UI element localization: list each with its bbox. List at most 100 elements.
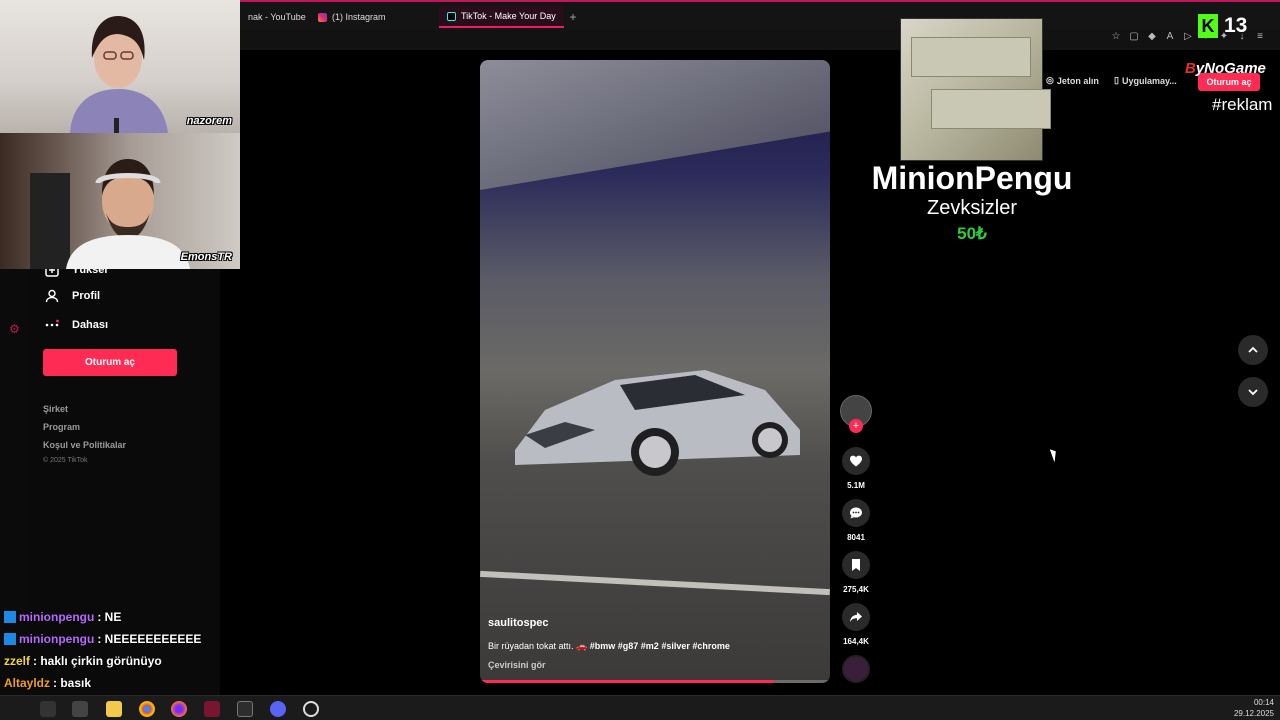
video-progress-bar[interactable]	[480, 680, 830, 683]
sponsor-logo-text: yNoGame	[1195, 60, 1266, 77]
kick-logo-icon: K	[1198, 14, 1218, 38]
tiktok-icon	[447, 11, 456, 21]
play-icon[interactable]: ▷	[1182, 31, 1194, 43]
get-app-button[interactable]: ▯ Uygulamay...	[1114, 75, 1177, 86]
chat-message: minionpengu: NEEEEEEEEEEE	[4, 632, 201, 646]
bookmark-icon[interactable]: ☆	[1110, 31, 1122, 43]
webcam-tag: nazorem	[186, 115, 232, 127]
video-parking-line	[480, 570, 830, 596]
save-button[interactable]	[842, 551, 870, 579]
webcam-emonstr: EmonsTR	[0, 133, 240, 269]
clock-time: 00:14	[1253, 698, 1274, 707]
tab-label: TikTok - Make Your Day	[461, 11, 556, 21]
chat-username[interactable]: zzelf	[4, 654, 30, 668]
footer-link-company[interactable]: Şirket	[43, 404, 68, 414]
shield-icon[interactable]: ◆	[1146, 31, 1158, 43]
previous-video-button[interactable]	[1238, 335, 1268, 365]
copyright-text: © 2025 TikTok	[43, 457, 88, 464]
obs-icon[interactable]	[303, 701, 319, 717]
save-count: 275,4K	[843, 585, 869, 594]
settings-icon[interactable]: ⚙	[9, 322, 20, 336]
ad-tag: #reklam	[1212, 95, 1273, 114]
chevron-up-icon	[1248, 346, 1258, 353]
follow-button[interactable]: +	[849, 419, 863, 433]
phone-icon: ▯	[1114, 75, 1119, 85]
sidebar-item-label: Dahası	[72, 319, 109, 331]
get-coins-label: Jeton alın	[1056, 75, 1099, 86]
share-icon	[850, 612, 862, 622]
capcut-icon[interactable]	[237, 701, 253, 717]
opera-gx-icon[interactable]	[204, 701, 220, 717]
video-caption: Bir rüyadan tokat attı. 🚗	[488, 641, 588, 651]
money-bill	[931, 89, 1051, 129]
mouse-cursor-icon	[1049, 447, 1060, 463]
video-hashtags[interactable]: #bmw #g87 #m2 #silver #chrome	[590, 641, 730, 651]
comment-button[interactable]	[842, 499, 870, 527]
clock-date: 29.12.2025	[1233, 709, 1274, 718]
kick-viewer-count: 13	[1224, 14, 1248, 37]
sponsor-logo-initial: B	[1185, 60, 1196, 77]
donation-donor-name: MinionPengu	[871, 160, 1073, 196]
menu-icon[interactable]: ≡	[1254, 31, 1266, 43]
webcam-tag: EmonsTR	[180, 251, 232, 263]
tab-instagram[interactable]: (1) Instagram	[310, 6, 394, 28]
coin-icon: ◎	[1046, 75, 1054, 85]
login-button[interactable]: Oturum aç	[43, 349, 177, 376]
video-progress-fill	[480, 680, 774, 683]
next-video-button[interactable]	[1238, 377, 1268, 407]
video-car-image	[515, 370, 800, 476]
new-tab-button[interactable]: +	[566, 10, 580, 24]
taskbar-app-icon[interactable]	[72, 701, 88, 717]
like-button[interactable]	[842, 447, 870, 475]
bookmark-icon	[852, 559, 860, 571]
like-count: 5.1M	[847, 481, 865, 490]
footer-link-program[interactable]: Program	[43, 422, 80, 432]
webcam-person-image	[30, 159, 190, 269]
donation-alert-image	[900, 18, 1051, 161]
system-clock[interactable]: 00:14 29.12.2025	[1234, 697, 1274, 719]
chat-username[interactable]: minionpengu	[19, 632, 94, 646]
sponsor-logo: ByNoGame	[1185, 60, 1266, 77]
video-description: Bir rüyadan tokat attı. 🚗 #bmw #g87 #m2 …	[488, 641, 818, 652]
tiktok-video-player[interactable]: saulitospec Bir rüyadan tokat attı. 🚗 #b…	[480, 60, 830, 683]
chat-username[interactable]: minionpengu	[19, 610, 94, 624]
chat-message: Altayldz: basık	[4, 676, 91, 690]
tab-label: nak - YouTube	[248, 12, 306, 22]
instagram-icon	[318, 12, 327, 22]
chat-message: zzelf: haklı çirkin görünüyo	[4, 654, 162, 668]
subscriber-badge-icon	[4, 611, 16, 623]
subscriber-badge-icon	[4, 633, 16, 645]
webcam-person-image	[70, 16, 168, 133]
footer-link-terms[interactable]: Koşul ve Politikalar	[43, 440, 126, 450]
music-disc-icon[interactable]	[842, 655, 870, 683]
sidebar-item-profile[interactable]: Profil	[44, 288, 100, 304]
chat-text: : basık	[53, 676, 92, 690]
tab-tiktok[interactable]: TikTok - Make Your Day	[439, 6, 564, 28]
user-icon	[44, 288, 60, 304]
kick-viewer-badge: K 13	[1198, 14, 1247, 38]
translate-link[interactable]: Çevirisini gör	[488, 660, 546, 670]
sidebar-item-label: Profil	[72, 290, 101, 302]
firefox-icon[interactable]	[171, 701, 187, 717]
discord-icon[interactable]	[270, 701, 286, 717]
chat-username[interactable]: Altayldz	[4, 676, 50, 690]
webcam-nazorem: nazorem	[0, 0, 240, 133]
chat-text: : NE	[97, 610, 122, 624]
tab-youtube[interactable]: nak - YouTube	[240, 6, 314, 28]
get-coins-button[interactable]: ◎ Jeton alın	[1046, 75, 1099, 86]
donation-message: Zevksizler	[926, 197, 1017, 219]
taskbar-app-icon[interactable]	[40, 701, 56, 717]
screenshot-icon[interactable]: ▢	[1128, 31, 1140, 43]
share-count: 164,4K	[843, 637, 869, 646]
chevron-down-icon	[1248, 389, 1258, 396]
file-explorer-icon[interactable]	[106, 701, 122, 717]
chrome-icon[interactable]	[139, 701, 155, 717]
translate-icon[interactable]: A	[1164, 31, 1176, 43]
share-button[interactable]	[842, 603, 870, 631]
get-app-label: Uygulamay...	[1121, 75, 1177, 86]
heart-icon	[850, 455, 862, 467]
chat-text: : NEEEEEEEEEEE	[97, 632, 202, 646]
video-username[interactable]: saulitospec	[488, 617, 549, 629]
video-scene-roof	[480, 60, 830, 190]
sidebar-item-more[interactable]: Dahası	[44, 317, 108, 333]
